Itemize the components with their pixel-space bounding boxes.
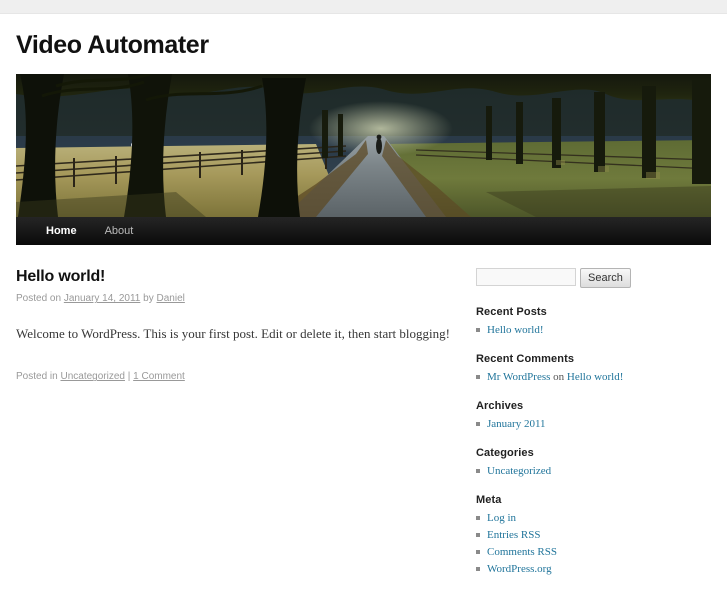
posted-on-prefix: Posted on (16, 293, 62, 305)
by-prefix: by (143, 293, 154, 305)
site-title[interactable]: Video Automater (16, 31, 727, 60)
list-item[interactable]: WordPress.org (476, 561, 663, 578)
site-main: Hello world! Posted on January 14, 2011 … (0, 245, 727, 592)
content-column: Hello world! Posted on January 14, 2011 … (16, 267, 476, 386)
post-comments-link[interactable]: 1 Comment (133, 371, 185, 382)
recent-posts-list: Hello world! (476, 322, 663, 339)
post-body-paragraph: Welcome to WordPress. This is your first… (16, 326, 450, 342)
widget-categories: Categories Uncategorized (476, 447, 663, 480)
list-item[interactable]: January 2011 (476, 416, 663, 433)
nav-item-about[interactable]: About (91, 217, 148, 245)
list-item[interactable]: Hello world! (476, 322, 663, 339)
page-wrapper: Video Automater Home About Hello world! … (0, 14, 727, 592)
nav-link-home[interactable]: Home (32, 217, 91, 245)
categories-list: Uncategorized (476, 463, 663, 480)
comment-post-link[interactable]: Hello world! (567, 371, 624, 383)
main-navigation[interactable]: Home About (16, 216, 711, 245)
sidebar: Search Recent Posts Hello world! Recent … (476, 267, 663, 592)
nav-item-home[interactable]: Home (32, 217, 91, 245)
post-article: Hello world! Posted on January 14, 2011 … (16, 267, 452, 386)
meta-link-wordpress-org[interactable]: WordPress.org (487, 563, 552, 575)
post-content: Welcome to WordPress. This is your first… (16, 323, 452, 345)
widget-title-recent-comments: Recent Comments (476, 352, 575, 365)
list-item[interactable]: Comments RSS (476, 544, 663, 561)
comment-on-text: on (550, 370, 567, 383)
archive-link[interactable]: January 2011 (487, 418, 546, 430)
category-link[interactable]: Uncategorized (487, 465, 551, 477)
widget-title-archives: Archives (476, 399, 524, 412)
nav-list: Home About (32, 217, 147, 245)
site-branding: Video Automater (0, 14, 727, 74)
post-title[interactable]: Hello world! (16, 267, 452, 288)
browser-chrome-strip (0, 0, 727, 14)
widget-recent-comments: Recent Comments Mr WordPress on Hello wo… (476, 353, 663, 386)
widget-title-meta: Meta (476, 493, 502, 506)
search-input[interactable] (476, 267, 576, 286)
list-item[interactable]: Mr WordPress on Hello world! (476, 369, 663, 386)
widget-title-recent-posts: Recent Posts (476, 305, 547, 318)
list-item[interactable]: Log in (476, 510, 663, 527)
comment-author-link[interactable]: Mr WordPress (487, 371, 550, 383)
site-title-link[interactable]: Video Automater (16, 31, 209, 59)
post-category-link[interactable]: Uncategorized (60, 371, 124, 382)
header-image (16, 73, 711, 217)
recent-post-link[interactable]: Hello world! (487, 324, 544, 336)
post-author-link[interactable]: Daniel (157, 293, 185, 304)
meta-link-comments-rss[interactable]: Comments RSS (487, 546, 557, 558)
post-title-link[interactable]: Hello world! (16, 268, 105, 285)
archives-list: January 2011 (476, 416, 663, 433)
meta-link-login[interactable]: Log in (487, 512, 516, 524)
widget-archives: Archives January 2011 (476, 400, 663, 433)
footer-separator: | (127, 371, 131, 383)
list-item[interactable]: Entries RSS (476, 527, 663, 544)
posted-in-prefix: Posted in (16, 371, 58, 383)
search-button[interactable]: Search (580, 267, 631, 288)
nav-link-about[interactable]: About (91, 217, 148, 245)
recent-comments-list: Mr WordPress on Hello world! (476, 369, 663, 386)
meta-list: Log in Entries RSS Comments RSS WordPres… (476, 510, 663, 578)
list-item[interactable]: Uncategorized (476, 463, 663, 480)
post-footer-meta: Posted in Uncategorized | 1 Comment (16, 363, 452, 385)
widget-title-categories: Categories (476, 446, 534, 459)
post-date-link[interactable]: January 14, 2011 (64, 293, 141, 304)
post-meta: Posted on January 14, 2011 by Daniel (16, 291, 452, 307)
meta-link-entries-rss[interactable]: Entries RSS (487, 529, 540, 541)
widget-recent-posts: Recent Posts Hello world! (476, 306, 663, 339)
header-image-illustration (16, 73, 711, 217)
search-form[interactable]: Search (476, 267, 663, 288)
widget-meta: Meta Log in Entries RSS Comments RSS Wor… (476, 494, 663, 578)
